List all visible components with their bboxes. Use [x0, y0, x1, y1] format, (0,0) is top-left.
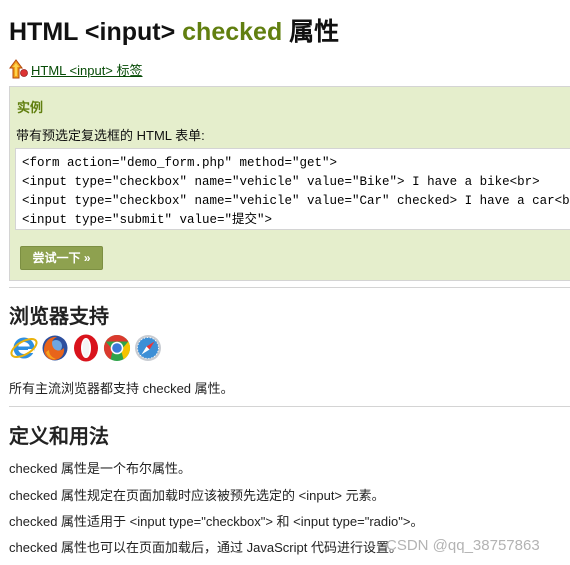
back-arrow-icon [9, 59, 29, 79]
example-heading: 实例 [17, 100, 44, 115]
try-it-button[interactable]: 尝试一下 » [20, 246, 103, 270]
internet-explorer-icon [9, 333, 39, 363]
code-line: <input type="checkbox" name="vehicle" va… [22, 175, 540, 189]
page-title: HTML <input> checked 属性 [9, 12, 339, 48]
example-description: 带有预选定复选框的 HTML 表单: [16, 128, 205, 143]
divider [9, 287, 570, 288]
definition-paragraph: checked 属性适用于 <input type="checkbox"> 和 … [9, 514, 424, 529]
back-to-input-tag-link[interactable]: HTML <input> 标签 [9, 58, 143, 80]
code-line: <form action="demo_form.php" method="get… [22, 156, 338, 170]
csdn-watermark: CSDN @qq_38757863 [386, 537, 540, 554]
definition-paragraph: checked 属性是一个布尔属性。 [9, 461, 192, 476]
page-title-accent: checked [182, 18, 283, 46]
code-block: <form action="demo_form.php" method="get… [15, 148, 570, 230]
definition-paragraph: checked 属性规定在页面加载时应该被预先选定的 <input> 元素。 [9, 488, 385, 503]
code-line: <input type="checkbox" name="vehicle" va… [22, 194, 570, 208]
safari-icon [133, 333, 163, 363]
example-box: 实例 带有预选定复选框的 HTML 表单: <form action="demo… [9, 86, 570, 281]
page-title-suffix: 属性 [282, 18, 340, 46]
browser-icons [9, 333, 163, 363]
page-title-prefix: HTML <input> [9, 18, 183, 46]
browser-support-text: 所有主流浏览器都支持 checked 属性。 [9, 381, 234, 396]
chrome-icon [102, 333, 132, 363]
definition-paragraph: checked 属性也可以在页面加载后，通过 JavaScript 代码进行设置… [9, 540, 402, 555]
code-line: <input type="submit" value="提交"> [22, 213, 273, 227]
opera-icon [71, 333, 101, 363]
firefox-icon [40, 333, 70, 363]
browser-support-heading: 浏览器支持 [9, 306, 109, 328]
back-link-label: HTML <input> 标签 [31, 62, 143, 78]
definition-heading: 定义和用法 [9, 426, 109, 448]
divider [9, 406, 570, 407]
